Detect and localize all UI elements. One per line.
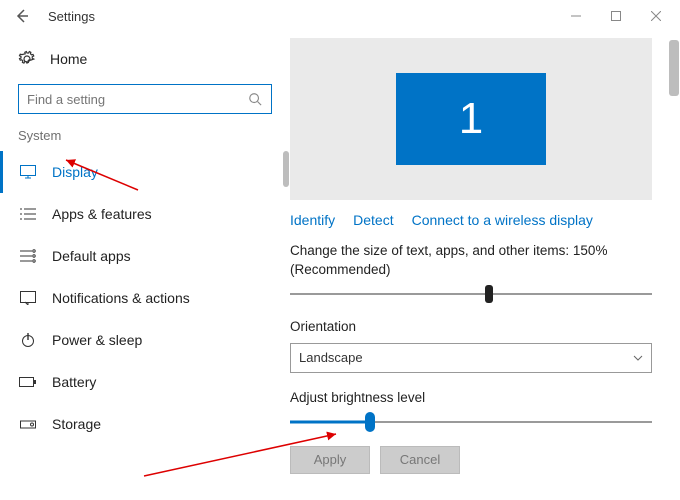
notifications-icon: [18, 291, 38, 305]
monitor-icon: [18, 165, 38, 179]
orientation-value: Landscape: [299, 350, 363, 365]
nav-label: Display: [52, 164, 98, 180]
wireless-link[interactable]: Connect to a wireless display: [412, 212, 593, 228]
sidebar-scroll-thumb[interactable]: [283, 151, 289, 187]
group-label: System: [0, 126, 290, 151]
identify-link[interactable]: Identify: [290, 212, 335, 228]
minimize-icon: [571, 11, 581, 21]
window-controls: [556, 0, 676, 32]
main-scrollbar[interactable]: [668, 40, 680, 480]
maximize-button[interactable]: [596, 0, 636, 32]
nav-item-notifications[interactable]: Notifications & actions: [0, 277, 290, 319]
titlebar: Settings: [0, 0, 680, 32]
gear-icon: [18, 50, 36, 68]
brightness-slider-thumb[interactable]: [365, 412, 375, 432]
sidebar: Home System Display Apps & features D: [0, 32, 290, 500]
nav-label: Default apps: [52, 248, 131, 264]
nav-item-battery[interactable]: Battery: [0, 361, 290, 403]
brightness-slider-fill: [290, 420, 370, 423]
nav-label: Power & sleep: [52, 332, 142, 348]
close-icon: [651, 11, 661, 21]
home-nav[interactable]: Home: [0, 40, 290, 78]
nav-label: Apps & features: [52, 206, 152, 222]
nav-label: Storage: [52, 416, 101, 432]
minimize-button[interactable]: [556, 0, 596, 32]
cancel-button[interactable]: Cancel: [380, 446, 460, 474]
nav-list: Display Apps & features Default apps Not…: [0, 151, 290, 445]
orientation-select[interactable]: Landscape: [290, 343, 652, 373]
button-row: Apply Cancel: [290, 446, 652, 474]
close-button[interactable]: [636, 0, 676, 32]
brightness-slider[interactable]: [290, 414, 652, 430]
monitor-tile[interactable]: 1: [396, 73, 546, 165]
nav-label: Notifications & actions: [52, 290, 190, 306]
arrow-left-icon: [14, 8, 30, 24]
power-icon: [18, 332, 38, 348]
search-wrap: [0, 78, 290, 126]
search-input[interactable]: [18, 84, 272, 114]
monitor-preview: 1: [290, 38, 652, 200]
apply-button[interactable]: Apply: [290, 446, 370, 474]
window-title: Settings: [48, 9, 95, 24]
nav-label: Battery: [52, 374, 96, 390]
storage-icon: [18, 418, 38, 430]
orientation-label: Orientation: [290, 318, 652, 337]
home-label: Home: [50, 51, 87, 67]
scale-slider[interactable]: [290, 286, 652, 302]
scale-label: Change the size of text, apps, and other…: [290, 242, 652, 280]
list-icon: [18, 207, 38, 221]
nav-item-default-apps[interactable]: Default apps: [0, 235, 290, 277]
default-apps-icon: [18, 249, 38, 263]
detect-link[interactable]: Detect: [353, 212, 393, 228]
chevron-down-icon: [633, 355, 643, 361]
display-link-row: Identify Detect Connect to a wireless di…: [290, 212, 652, 228]
slider-track-line: [290, 293, 652, 295]
main-panel: 1 Identify Detect Connect to a wireless …: [290, 32, 680, 500]
nav-item-power[interactable]: Power & sleep: [0, 319, 290, 361]
nav-item-storage[interactable]: Storage: [0, 403, 290, 445]
nav-item-apps[interactable]: Apps & features: [0, 193, 290, 235]
search-icon: [248, 92, 262, 106]
scale-slider-thumb[interactable]: [485, 285, 493, 303]
nav-item-display[interactable]: Display: [0, 151, 290, 193]
brightness-label: Adjust brightness level: [290, 389, 652, 408]
battery-icon: [18, 376, 38, 388]
main-scroll-thumb[interactable]: [669, 40, 679, 96]
maximize-icon: [611, 11, 621, 21]
sidebar-scrollbar[interactable]: [282, 151, 290, 431]
back-button[interactable]: [4, 0, 40, 32]
monitor-number: 1: [459, 94, 483, 144]
